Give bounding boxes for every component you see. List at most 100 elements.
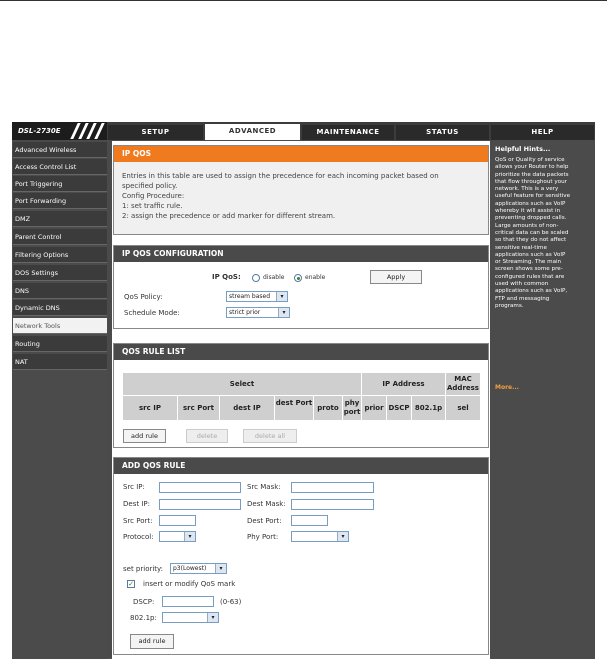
dscp-input[interactable] [162, 596, 214, 607]
tab-setup[interactable]: SETUP [108, 125, 203, 140]
qos-mark-checkbox[interactable]: ✓ [127, 580, 135, 588]
col-proto: proto [314, 396, 342, 420]
help-line: useful feature for sensitive [495, 193, 571, 200]
p8021-select[interactable]: ▾ [162, 612, 219, 623]
help-line: so that they do not affect [495, 237, 567, 244]
col-dscp: DSCP [387, 396, 411, 420]
chevron-down-icon: ▾ [278, 308, 289, 317]
ipqos-desc-line3: Config Procedure: [122, 192, 185, 200]
qos-disable-radio[interactable] [252, 274, 260, 282]
ip-address-group-header: IP Address [362, 373, 445, 395]
set-priority-label: set priority: [123, 565, 164, 573]
ipqos-title: IP QOS [114, 146, 488, 162]
qos-policy-label: QoS Policy: [124, 293, 163, 301]
col-dest-port: dest Port [275, 396, 313, 420]
phy-port-select[interactable]: ▾ [291, 531, 349, 542]
add-rule-list-button[interactable]: add rule [123, 429, 166, 443]
dscp-label: DSCP: [133, 598, 155, 606]
sidebar-item-filtering-options[interactable]: Filtering Options [13, 247, 107, 263]
help-line: programs. [495, 302, 524, 309]
protocol-select[interactable]: ▾ [159, 531, 196, 542]
help-line: whereby it will assist in [495, 208, 561, 215]
sidebar-item-dos-settings[interactable]: DOS Settings [13, 265, 107, 281]
help-more-link[interactable]: More... [495, 384, 519, 391]
tab-status[interactable]: STATUS [396, 125, 489, 140]
help-line: preventing dropped calls. [495, 215, 567, 222]
help-line: QoS or Quality of service [495, 157, 565, 163]
src-mask-input[interactable] [291, 482, 374, 493]
sidebar-item-nat[interactable]: NAT [13, 354, 107, 370]
add-qos-rule-title: ADD QOS RULE [114, 458, 488, 474]
sidebar-item-network-tools[interactable]: Network Tools [13, 318, 107, 334]
qos-policy-value: stream based [229, 293, 271, 300]
qos-mark-label: insert or modify QoS mark [143, 580, 236, 588]
dest-mask-label: Dest Mask: [247, 500, 286, 508]
dest-port-input[interactable] [291, 515, 328, 526]
col-src-ip: src IP [123, 396, 177, 420]
dest-mask-input[interactable] [291, 499, 374, 510]
schedule-mode-select[interactable]: strict prior ▾ [226, 307, 290, 318]
dscp-range: (0-63) [220, 598, 242, 606]
help-line: critical data can be scaled [495, 229, 569, 236]
sidebar-item-parent-control[interactable]: Parent Control [13, 229, 107, 245]
select-group-header: Select [123, 373, 361, 395]
sidebar-item-dynamic-dns[interactable]: Dynamic DNS [13, 300, 107, 316]
help-title: Helpful Hints... [495, 145, 551, 153]
col-prior: prior [362, 396, 386, 420]
dest-port-label: Dest Port: [247, 517, 282, 525]
help-line: or Streaming. The main [495, 259, 562, 266]
col-src-port: src Port [178, 396, 219, 420]
help-line: allows your Router to help [495, 164, 569, 171]
tab-maintenance[interactable]: MAINTENANCE [302, 125, 394, 140]
sidebar-item-routing[interactable]: Routing [13, 336, 107, 352]
chevron-down-icon: ▾ [337, 532, 348, 541]
qos-policy-select[interactable]: stream based ▾ [226, 291, 288, 302]
help-line: Large amounts of non- [495, 222, 559, 229]
model-logo: DSL-2730E [12, 122, 107, 140]
qos-enable-radio[interactable] [294, 274, 302, 282]
qos-enable-label: enable [305, 274, 326, 281]
ipqos-desc-line5: 2: assign the precedence or add marker f… [122, 212, 336, 220]
sidebar-item-dns[interactable]: DNS [13, 283, 107, 299]
protocol-label: Protocol: [123, 533, 154, 541]
p8021-label: 802.1p: [130, 614, 157, 622]
help-line: configured rules that are [495, 273, 565, 280]
src-ip-label: Src IP: [123, 483, 145, 491]
dest-ip-label: Dest IP: [123, 500, 150, 508]
col-8021p: 802.1p [412, 396, 445, 420]
sidebar-item-access-control-list[interactable]: Access Control List [13, 159, 107, 175]
help-line: applications such as VoIP [495, 251, 566, 258]
help-line: that flow throughout your [495, 178, 567, 185]
delete-button[interactable]: delete [186, 429, 228, 443]
mac-address-group-header: MAC Address [446, 373, 480, 395]
logo-slash-icon [94, 123, 105, 139]
delete-all-button[interactable]: delete all [243, 429, 297, 443]
help-line: prioritize the data packets [495, 171, 569, 178]
src-port-label: Src Port: [123, 517, 153, 525]
sidebar-item-advanced-wireless[interactable]: Advanced Wireless [13, 142, 107, 158]
help-body: QoS or Quality of service allows your Ro… [495, 157, 591, 310]
help-line: network. This is a very [495, 186, 559, 193]
help-line: FTP and messaging [495, 295, 550, 302]
col-dest-ip: dest IP [220, 396, 274, 420]
set-priority-select[interactable]: p3(Lowest) ▾ [170, 563, 227, 574]
col-sel: sel [446, 396, 480, 420]
help-line: used with common [495, 281, 549, 288]
chevron-down-icon: ▾ [184, 532, 195, 541]
sidebar-item-dmz[interactable]: DMZ [13, 211, 107, 227]
qos-rule-list-title: QOS RULE LIST [114, 344, 488, 360]
qos-config-title: IP QOS CONFIGURATION [114, 246, 488, 262]
sidebar-item-port-triggering[interactable]: Port Triggering [13, 176, 107, 192]
col-phy-port: phy port [343, 396, 361, 420]
dest-ip-input[interactable] [159, 499, 241, 510]
tab-help[interactable]: HELP [491, 125, 594, 140]
sidebar-item-port-forwarding[interactable]: Port Forwarding [13, 193, 107, 209]
apply-button[interactable]: Apply [370, 270, 422, 284]
tab-advanced[interactable]: ADVANCED [205, 124, 300, 140]
src-port-input[interactable] [159, 515, 196, 526]
add-rule-button[interactable]: add rule [130, 634, 174, 649]
ip-qos-label: IP QoS: [212, 273, 241, 281]
src-ip-input[interactable] [159, 482, 241, 493]
top-rule [0, 0, 607, 1]
model-name: DSL-2730E [18, 127, 61, 135]
